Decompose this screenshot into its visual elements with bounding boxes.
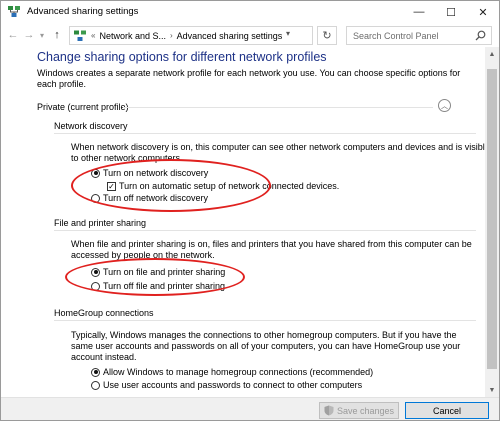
up-arrow-icon[interactable]: ↑ <box>49 27 65 43</box>
maximize-button[interactable]: ☐ <box>435 1 467 23</box>
profile-divider <box>123 107 433 108</box>
network-icon <box>8 6 20 17</box>
profile-title: Private (current profile) <box>37 102 129 112</box>
main-content: Change sharing options for different net… <box>1 47 485 397</box>
advanced-sharing-window: Advanced sharing settings — ☐ ✕ ← → ▾ ↑ … <box>0 0 500 421</box>
forward-arrow-icon[interactable]: → <box>21 27 37 43</box>
scroll-up-arrow-icon[interactable]: ▲ <box>485 47 499 61</box>
search-input[interactable]: Search Control Panel <box>346 26 492 45</box>
cancel-button[interactable]: Cancel <box>405 402 489 419</box>
page-title: Change sharing options for different net… <box>37 50 327 64</box>
back-arrow-icon[interactable]: ← <box>5 27 21 43</box>
minimize-button[interactable]: — <box>403 1 435 23</box>
highlight-annotation <box>65 258 245 296</box>
highlight-annotation <box>71 159 271 212</box>
homegroup-title: HomeGroup connections <box>54 308 154 318</box>
network-discovery-divider <box>54 133 476 134</box>
homegroup-allow-radio[interactable] <box>91 367 100 377</box>
search-icon[interactable] <box>475 30 486 41</box>
shield-icon <box>324 405 334 416</box>
footer-bar: Save changes Cancel <box>1 397 499 420</box>
address-bar[interactable]: « Network and S... › Advanced sharing se… <box>69 26 313 45</box>
intro-text: Windows creates a separate network profi… <box>37 68 461 89</box>
scroll-down-arrow-icon[interactable]: ▼ <box>485 383 499 397</box>
navigation-bar: ← → ▾ ↑ « Network and S... › Advanced sh… <box>1 23 499 47</box>
homegroup-accounts-radio[interactable] <box>91 380 100 390</box>
window-title: Advanced sharing settings <box>27 6 139 17</box>
recent-locations-chevron-icon[interactable]: ▾ <box>37 27 47 43</box>
homegroup-allow-label[interactable]: Allow Windows to manage homegroup connec… <box>103 367 373 377</box>
breadcrumb-overflow[interactable]: « <box>91 31 95 40</box>
search-placeholder: Search Control Panel <box>353 30 439 41</box>
refresh-button[interactable]: ↻ <box>317 26 337 45</box>
file-printer-title: File and printer sharing <box>54 218 147 228</box>
breadcrumb-network-and-sharing[interactable]: Network and S... <box>99 31 166 41</box>
save-changes-label: Save changes <box>336 405 395 416</box>
breadcrumb-separator-icon[interactable]: › <box>170 31 173 40</box>
network-icon <box>74 30 86 41</box>
homegroup-description: Typically, Windows manages the connectio… <box>71 330 461 362</box>
homegroup-allow-option[interactable]: Allow Windows to manage homegroup connec… <box>91 367 373 377</box>
homegroup-accounts-option[interactable]: Use user accounts and passwords to conne… <box>91 380 362 390</box>
vertical-scrollbar[interactable]: ▲ ▼ <box>485 47 499 397</box>
collapse-chevron-up-icon[interactable]: ︿ <box>438 99 451 112</box>
save-changes-button[interactable]: Save changes <box>319 402 399 419</box>
breadcrumb-advanced-sharing[interactable]: Advanced sharing settings <box>177 31 283 41</box>
network-discovery-title: Network discovery <box>54 121 128 131</box>
scroll-thumb[interactable] <box>487 69 497 369</box>
title-bar: Advanced sharing settings — ☐ ✕ <box>1 1 499 23</box>
homegroup-accounts-label[interactable]: Use user accounts and passwords to conne… <box>103 380 362 390</box>
close-button[interactable]: ✕ <box>467 1 499 23</box>
file-printer-divider <box>54 230 476 231</box>
homegroup-divider <box>54 320 476 321</box>
chevron-down-icon[interactable]: ▾ <box>286 29 290 38</box>
